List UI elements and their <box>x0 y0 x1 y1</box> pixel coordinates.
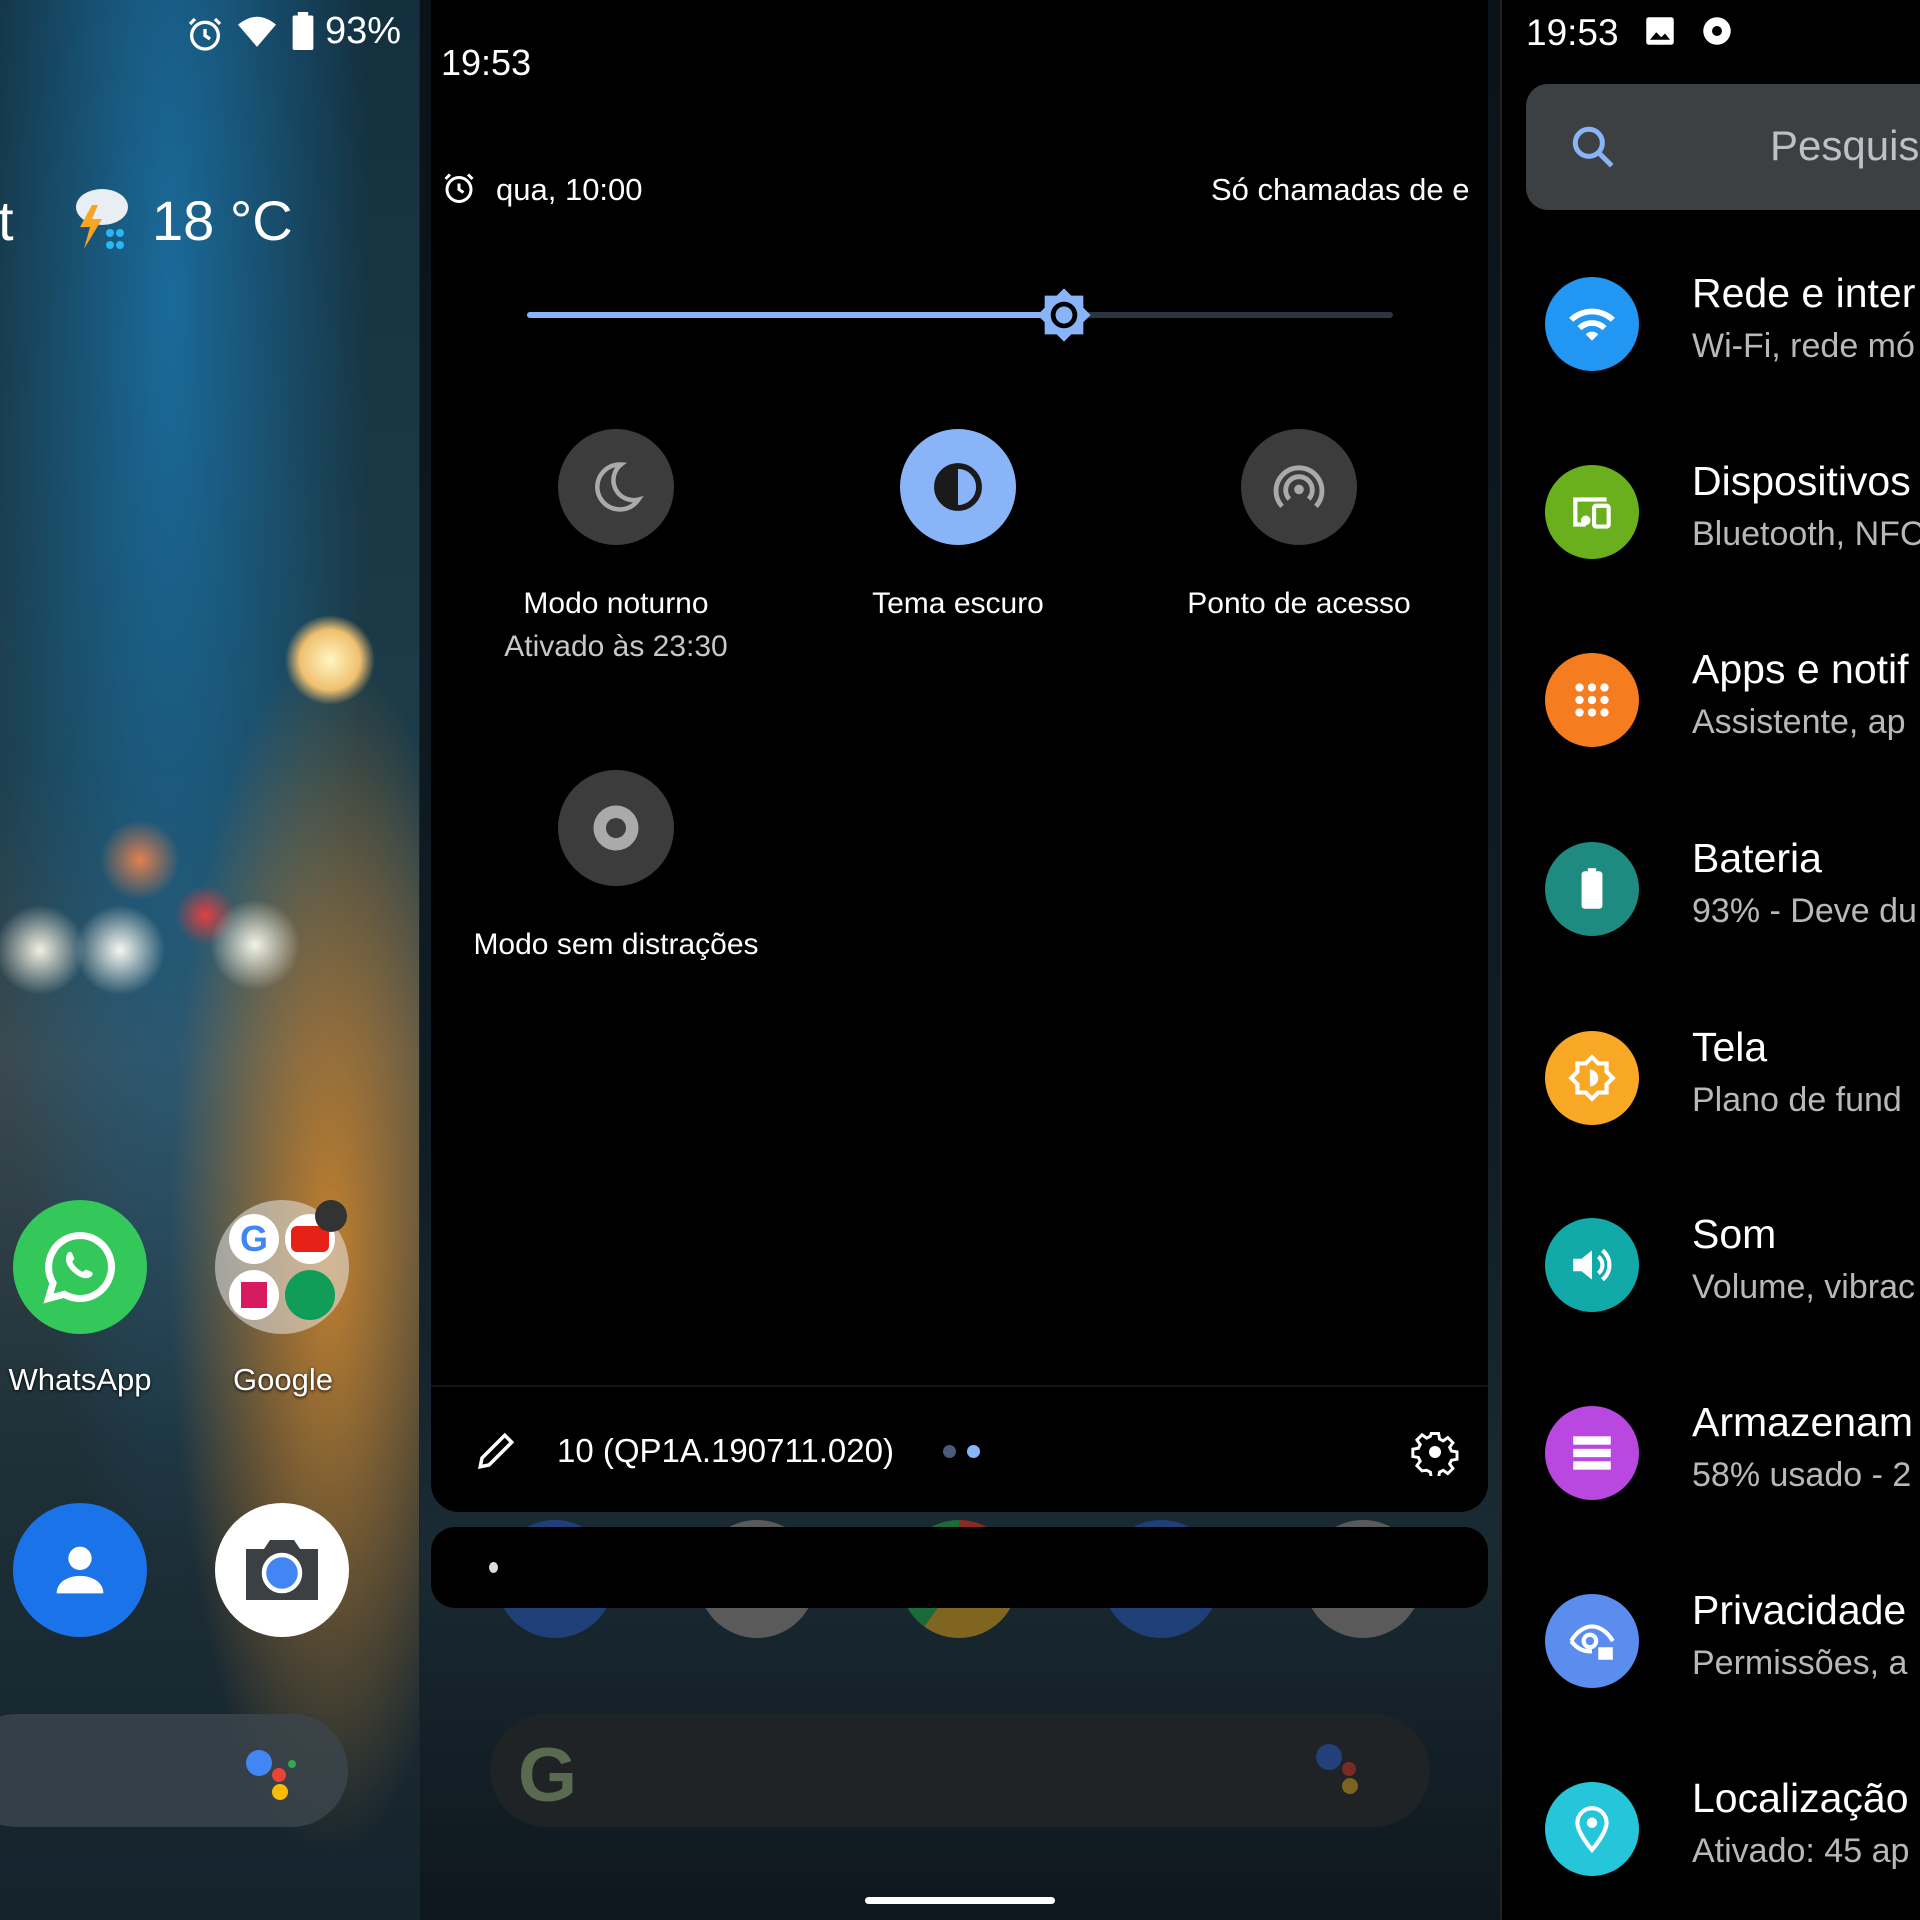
settings-item-title: Privacidade <box>1692 1587 1907 1633</box>
whatsapp-icon[interactable] <box>13 1200 147 1334</box>
settings-screen: 19:53 Pesquisa Rede e inter Wi-Fi, rede … <box>1502 0 1920 1920</box>
settings-item[interactable]: Armazenam 58% usado - 2 <box>1502 1363 1920 1543</box>
tile-label: Modo noturno <box>523 587 709 620</box>
settings-item-title: Tela <box>1692 1024 1768 1070</box>
settings-item-title: Dispositivos <box>1692 458 1911 504</box>
settings-item-title: Apps e notif <box>1692 646 1909 692</box>
settings-item-title: Som <box>1692 1211 1777 1257</box>
tile-night-mode[interactable] <box>558 429 674 545</box>
settings-item[interactable]: Rede e inter Wi-Fi, rede mó <box>1502 234 1920 414</box>
settings-item-title: Armazenam <box>1692 1399 1914 1445</box>
tile-focus-mode[interactable] <box>558 770 674 886</box>
location-icon <box>1545 1782 1639 1876</box>
settings-item-subtitle: Wi-Fi, rede mó <box>1692 327 1915 365</box>
settings-item[interactable]: Tela Plano de fund <box>1502 988 1920 1168</box>
record-notification-icon <box>1703 17 1731 45</box>
home-screen: 93% t 18 °C WhatsApp G Google <box>0 0 419 1920</box>
battery-icon <box>292 12 314 50</box>
hotspot-icon <box>1273 465 1325 508</box>
search-placeholder: Pesquisa <box>1770 122 1920 169</box>
page-dot[interactable] <box>943 1445 956 1458</box>
privacy-icon <box>1545 1594 1639 1688</box>
devices-icon <box>1545 465 1639 559</box>
page-dot-active[interactable] <box>967 1445 980 1458</box>
clock: 19:53 <box>1526 12 1619 53</box>
settings-item-title: Bateria <box>1692 835 1822 881</box>
app-label-google[interactable]: Google <box>198 1362 368 1398</box>
settings-item[interactable]: Som Volume, vibrac <box>1502 1175 1920 1355</box>
build-number[interactable]: 10 (QP1A.190711.020) <box>557 1432 894 1470</box>
wifi-icon <box>238 16 276 47</box>
glance-text: t <box>0 189 14 252</box>
brightness-thumb-icon[interactable] <box>1035 286 1093 344</box>
contacts-icon[interactable] <box>13 1503 147 1637</box>
settings-item-title: Localização <box>1692 1775 1909 1821</box>
wifi-icon <box>1545 277 1639 371</box>
moon-icon <box>595 462 644 512</box>
notification-bar[interactable] <box>431 1527 1488 1608</box>
settings-item[interactable]: Bateria 93% - Deve du <box>1502 799 1920 979</box>
nav-handle[interactable] <box>865 1897 1055 1904</box>
alarm-icon <box>188 17 222 51</box>
camera-icon[interactable] <box>215 1503 349 1637</box>
battery-percent: 93% <box>325 10 402 52</box>
settings-item-subtitle: 58% usado - 2 <box>1692 1456 1912 1494</box>
quick-settings-panel: 19:53 qua, 10:00 Só chamadas de er Modo … <box>431 0 1488 1512</box>
settings-item-subtitle: Ativado: 45 ap <box>1692 1832 1910 1870</box>
tile-sublabel: Ativado às 23:30 <box>504 630 728 663</box>
battery-icon <box>1545 842 1639 936</box>
dnd-status[interactable]: Só chamadas de er <box>1211 172 1471 208</box>
settings-item-subtitle: Volume, vibrac <box>1692 1268 1915 1306</box>
quick-settings-screen: G 19:53 qua, 10:00 Só chamadas de er Mod… <box>420 0 1500 1920</box>
google-folder-icon[interactable]: G <box>215 1200 349 1334</box>
settings-item[interactable]: Localização Ativado: 45 ap <box>1502 1739 1920 1919</box>
focus-mode-icon <box>593 805 639 851</box>
notification-dot <box>489 1562 498 1573</box>
app-label-whatsapp[interactable]: WhatsApp <box>0 1362 165 1398</box>
tile-dark-theme[interactable] <box>900 429 1016 545</box>
apps-grid-icon <box>1545 653 1639 747</box>
dark-theme-icon <box>934 463 982 511</box>
next-alarm[interactable]: qua, 10:00 <box>496 172 643 208</box>
settings-item-title: Rede e inter <box>1692 270 1916 316</box>
weather-temp[interactable]: 18 °C <box>152 188 293 253</box>
search-bar[interactable] <box>0 1714 348 1827</box>
edit-pencil-icon[interactable] <box>475 1430 517 1472</box>
divider <box>431 1385 1488 1387</box>
settings-item-subtitle: Permissões, a <box>1692 1644 1908 1682</box>
tile-label: Tema escuro <box>872 587 1044 620</box>
image-notification-icon <box>1646 17 1674 45</box>
settings-item-subtitle: Plano de fund <box>1692 1081 1902 1119</box>
search-input[interactable]: Pesquisa <box>1526 84 1920 210</box>
settings-item-subtitle: Bluetooth, NFC <box>1692 515 1920 553</box>
volume-icon <box>1545 1218 1639 1312</box>
search-icon <box>1572 126 1614 168</box>
clock: 19:53 <box>441 42 532 83</box>
settings-item[interactable]: Dispositivos Bluetooth, NFC <box>1502 422 1920 602</box>
settings-item[interactable]: Privacidade Permissões, a <box>1502 1551 1920 1731</box>
settings-gear-icon[interactable] <box>1411 1428 1459 1476</box>
alarm-icon[interactable] <box>441 170 477 206</box>
thunderstorm-rain-icon[interactable] <box>72 185 132 253</box>
google-logo-icon: G <box>518 1733 578 1818</box>
settings-item-subtitle: 93% - Deve du <box>1692 892 1917 930</box>
search-bar[interactable]: G <box>490 1714 1430 1827</box>
settings-item[interactable]: Apps e notif Assistente, ap <box>1502 610 1920 790</box>
brightness-icon <box>1545 1031 1639 1125</box>
settings-item-subtitle: Assistente, ap <box>1692 703 1906 741</box>
tile-hotspot[interactable] <box>1241 429 1357 545</box>
tile-label: Modo sem distrações <box>473 928 759 961</box>
storage-icon <box>1545 1406 1639 1500</box>
tile-label: Ponto de acesso <box>1187 587 1411 620</box>
